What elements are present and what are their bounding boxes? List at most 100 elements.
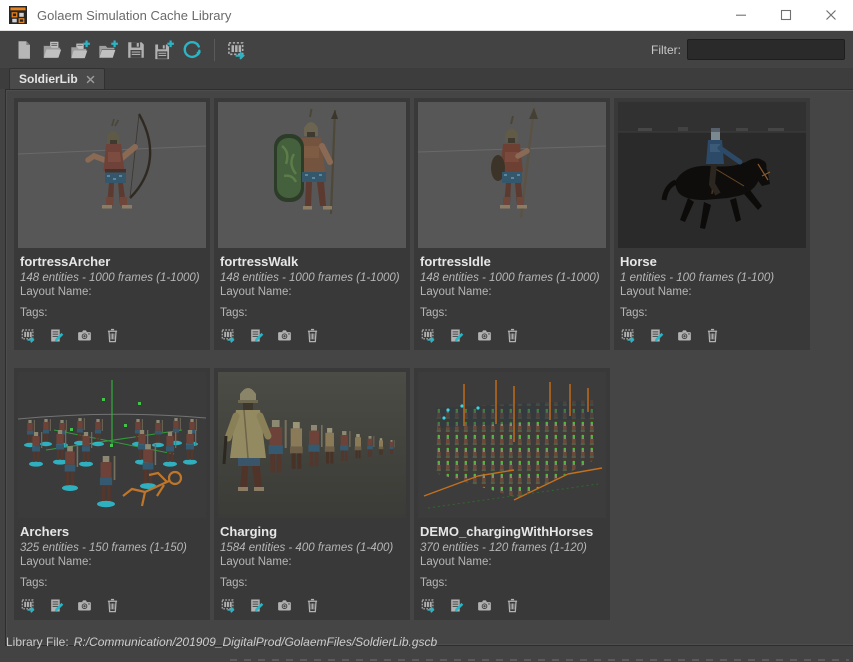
cache-info: 1 entities - 100 frames (1-100) (620, 272, 804, 284)
import-to-scene-icon (420, 597, 437, 614)
add-library-icon (97, 39, 119, 61)
refresh-button[interactable] (178, 36, 205, 64)
close-tab-icon[interactable] (86, 75, 95, 84)
thumbnail-fortressArcher (18, 102, 206, 248)
import-to-scene-icon (420, 327, 437, 344)
import-to-scene-icon (20, 597, 37, 614)
tags-label: Tags: (620, 307, 804, 319)
snapshot-icon (276, 597, 293, 614)
refresh-icon (181, 39, 203, 61)
tags-label: Tags: (20, 307, 204, 319)
toolbar-separator (214, 39, 215, 61)
layout-name-label: Layout Name: (620, 286, 804, 298)
tab-soldierlib[interactable]: SoldierLib (9, 68, 105, 89)
delete-button[interactable] (104, 327, 121, 344)
titlebar: Golaem Simulation Cache Library (0, 0, 853, 31)
import-to-scene-button[interactable] (420, 597, 437, 614)
trash-icon (504, 597, 521, 614)
tags-label: Tags: (420, 577, 604, 589)
snapshot-button[interactable] (276, 597, 293, 614)
new-library-button[interactable] (10, 36, 37, 64)
import-to-scene-icon (220, 597, 237, 614)
open-library-add-icon (69, 39, 91, 61)
layout-name-label: Layout Name: (220, 286, 404, 298)
snapshot-button[interactable] (76, 327, 93, 344)
open-library-add-button[interactable] (66, 36, 93, 64)
snapshot-button[interactable] (276, 327, 293, 344)
save-library-add-icon (153, 39, 175, 61)
delete-button[interactable] (304, 597, 321, 614)
filter-input[interactable] (687, 39, 845, 60)
delete-button[interactable] (504, 327, 521, 344)
cache-grid: fortressArcher 148 entities - 1000 frame… (5, 89, 853, 646)
cache-card-Charging[interactable]: Charging 1584 entities - 400 frames (1-4… (214, 368, 410, 620)
card-actions (620, 327, 804, 344)
edit-button[interactable] (448, 597, 465, 614)
import-to-scene-button[interactable] (20, 327, 37, 344)
import-to-scene-button[interactable] (220, 327, 237, 344)
edit-button[interactable] (648, 327, 665, 344)
snapshot-button[interactable] (476, 597, 493, 614)
cache-card-fortressWalk[interactable]: fortressWalk 148 entities - 1000 frames … (214, 98, 410, 350)
card-actions (420, 327, 604, 344)
trash-icon (704, 327, 721, 344)
resize-grip[interactable] (230, 659, 849, 661)
thumbnail-Archers (18, 372, 206, 518)
layout-name-label: Layout Name: (220, 556, 404, 568)
cache-info: 325 entities - 150 frames (1-150) (20, 542, 204, 554)
new-library-icon (13, 39, 35, 61)
library-file-path: R:/Communication/201909_DigitalProd/Gola… (74, 635, 438, 649)
import-to-scene-button[interactable] (220, 597, 237, 614)
thumbnail-Charging (218, 372, 406, 518)
delete-button[interactable] (704, 327, 721, 344)
save-library-add-button[interactable] (150, 36, 177, 64)
maximize-button[interactable] (763, 0, 808, 30)
import-to-scene-button[interactable] (20, 597, 37, 614)
card-actions (20, 597, 204, 614)
edit-button[interactable] (248, 597, 265, 614)
save-library-button[interactable] (122, 36, 149, 64)
edit-icon (648, 327, 665, 344)
status-bar: Library File: R:/Communication/201909_Dig… (0, 630, 853, 662)
close-button[interactable] (808, 0, 853, 30)
cache-info: 148 entities - 1000 frames (1-1000) (420, 272, 604, 284)
library-file-label: Library File: (6, 635, 69, 649)
tags-label: Tags: (20, 577, 204, 589)
cache-card-fortressArcher[interactable]: fortressArcher 148 entities - 1000 frame… (14, 98, 210, 350)
cache-card-fortressIdle[interactable]: fortressIdle 148 entities - 1000 frames … (414, 98, 610, 350)
snapshot-button[interactable] (76, 597, 93, 614)
snapshot-icon (676, 327, 693, 344)
import-to-scene-icon (20, 327, 37, 344)
card-actions (20, 327, 204, 344)
cache-title: fortressWalk (220, 254, 404, 269)
edit-icon (48, 327, 65, 344)
import-to-scene-button[interactable] (620, 327, 637, 344)
delete-button[interactable] (304, 327, 321, 344)
edit-button[interactable] (248, 327, 265, 344)
export-cache-button[interactable] (223, 36, 250, 64)
import-to-scene-button[interactable] (420, 327, 437, 344)
cache-card-Archers[interactable]: Archers 325 entities - 150 frames (1-150… (14, 368, 210, 620)
delete-button[interactable] (504, 597, 521, 614)
edit-button[interactable] (448, 327, 465, 344)
layout-name-label: Layout Name: (20, 556, 204, 568)
cache-info: 370 entities - 120 frames (1-120) (420, 542, 604, 554)
edit-icon (448, 327, 465, 344)
import-to-scene-icon (620, 327, 637, 344)
cache-card-DEMO_chargingWithHorses[interactable]: DEMO_chargingWithHorses 370 entities - 1… (414, 368, 610, 620)
tags-label: Tags: (220, 577, 404, 589)
cache-title: Horse (620, 254, 804, 269)
edit-button[interactable] (48, 597, 65, 614)
minimize-button[interactable] (718, 0, 763, 30)
export-cache-icon (226, 39, 248, 61)
snapshot-button[interactable] (476, 327, 493, 344)
tab-label: SoldierLib (19, 72, 78, 86)
open-library-button[interactable] (38, 36, 65, 64)
add-library-button[interactable] (94, 36, 121, 64)
edit-button[interactable] (48, 327, 65, 344)
snapshot-button[interactable] (676, 327, 693, 344)
cache-card-Horse[interactable]: Horse 1 entities - 100 frames (1-100) La… (614, 98, 810, 350)
delete-button[interactable] (104, 597, 121, 614)
snapshot-icon (76, 597, 93, 614)
cache-info: 1584 entities - 400 frames (1-400) (220, 542, 404, 554)
